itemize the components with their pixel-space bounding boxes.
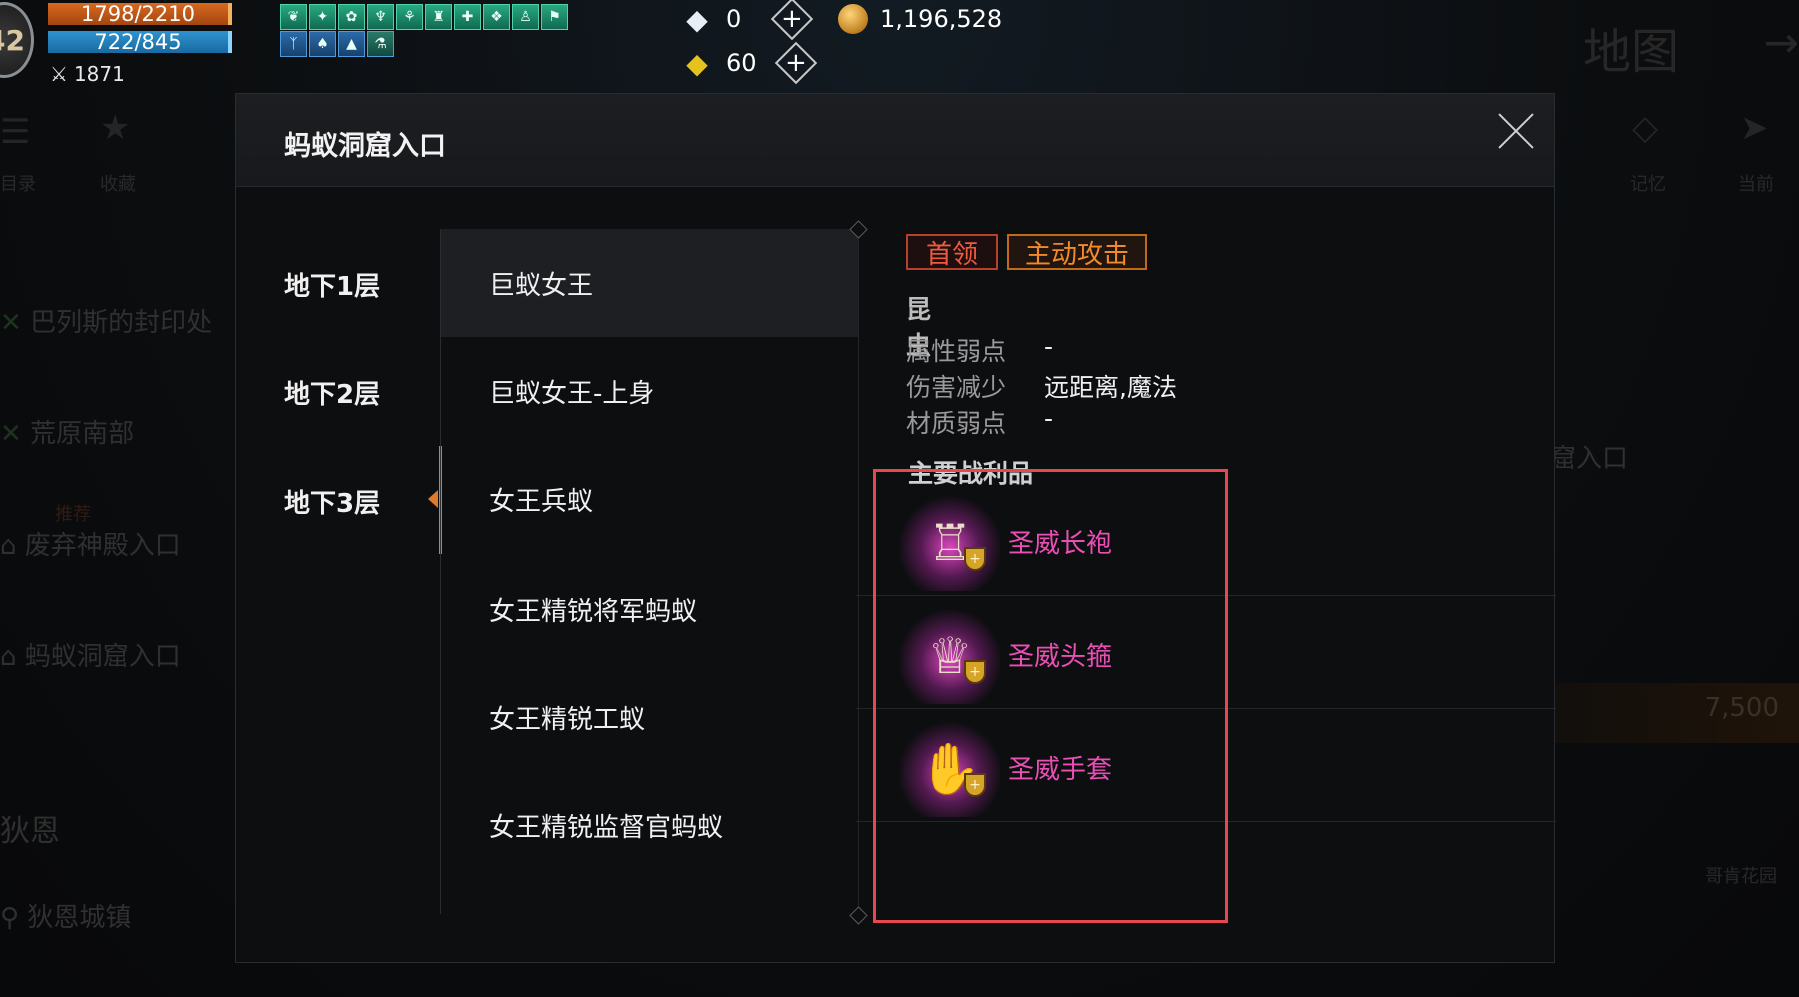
arrow-up-buff-icon[interactable]: ▲: [338, 31, 365, 57]
attr-value: 远距离,魔法: [1044, 373, 1177, 402]
aggressive-tag: 主动攻击: [1007, 234, 1147, 270]
person-buff-icon[interactable]: ♙: [512, 4, 539, 30]
shield-icon: +: [964, 660, 986, 684]
circlet-icon: ♕ +: [900, 608, 1000, 704]
dungeon-info-modal: 蚂蚁洞窟入口 地下1层 地下2层 地下3层 巨蚁女王 巨蚁女王-上身 女王兵蚁 …: [235, 93, 1556, 963]
shield-icon: +: [964, 773, 986, 797]
boss-tag: 首领: [906, 234, 998, 270]
combat-power-value: 1871: [73, 62, 125, 86]
chevron-left-icon: [428, 490, 438, 508]
dragon-buff-icon[interactable]: ♆: [367, 4, 394, 30]
monster-item-queen-ant[interactable]: 巨蚁女王: [441, 229, 859, 337]
buff-row: ❦ ✦ ✿ ♆ ⚘ ♜ ✚ ❖ ♙ ⚑: [280, 4, 568, 30]
potion-buff-icon[interactable]: ⚗: [367, 31, 394, 57]
modal-header: 蚂蚁洞窟入口: [236, 94, 1554, 187]
attr-label: 伤害减少: [906, 373, 1007, 402]
diamond-currency: ◆ 0 +: [680, 0, 814, 41]
loot-section: 主要战利品 ♖ + 圣威长袍 ♕ + 圣威头箍 ✋ + 圣威手套: [856, 416, 1556, 822]
leaf-buff-icon[interactable]: ⚘: [396, 4, 423, 30]
wind-buff-icon[interactable]: ❖: [483, 4, 510, 30]
floor-tab-2[interactable]: 地下2层: [284, 374, 380, 411]
gold-gem-count: 60: [726, 49, 757, 77]
monster-item[interactable]: 女王精锐监督官蚂蚁: [441, 771, 859, 879]
modal-title: 蚂蚁洞窟入口: [284, 131, 446, 162]
crossed-swords-icon: ⚔: [50, 62, 68, 86]
floor-tab-3[interactable]: 地下3层: [284, 483, 380, 520]
flag-buff-icon[interactable]: ⚑: [541, 4, 568, 30]
armor-buff-icon[interactable]: ♜: [425, 4, 452, 30]
monster-item[interactable]: 女王精锐将军蚂蚁: [441, 555, 859, 663]
diamond-gem-icon: ◆: [686, 2, 708, 36]
nature-buff-icon[interactable]: ❦: [280, 4, 307, 30]
loot-item[interactable]: ♕ + 圣威头箍: [856, 596, 1556, 709]
monster-item[interactable]: 女王精锐工蚁: [441, 663, 859, 771]
loot-name[interactable]: 圣威长袍: [1008, 523, 1112, 560]
loot-item[interactable]: ✋ + 圣威手套: [856, 709, 1556, 822]
monster-list: 巨蚁女王 巨蚁女王-上身 女王兵蚁 女王精锐将军蚂蚁 女王精锐工蚁 女王精锐监督…: [440, 229, 859, 914]
coin-icon: [838, 4, 868, 34]
shield-icon: +: [964, 547, 986, 571]
adena-currency: 1,196,528: [838, 4, 1002, 34]
loot-item[interactable]: ♖ + 圣威长袍: [856, 483, 1556, 596]
heal-buff-icon[interactable]: ✚: [454, 4, 481, 30]
gold-gem-currency: ◆ 60 +: [680, 41, 817, 85]
spirit-buff-icon[interactable]: ♠: [309, 31, 336, 57]
gloves-icon: ✋ +: [900, 721, 1000, 817]
mp-bar: 722/845: [48, 30, 232, 54]
swirl-buff-icon[interactable]: ✿: [338, 4, 365, 30]
robe-icon: ♖ +: [900, 495, 1000, 591]
hp-bar: 1798/2210: [48, 2, 232, 26]
buff-row: ᛉ ♠ ▲ ⚗: [280, 31, 394, 57]
diamond-count: 0: [726, 5, 742, 33]
attr-label: 属性弱点: [906, 337, 1007, 366]
shield-buff-icon[interactable]: ✦: [309, 4, 336, 30]
attr-value: -: [1044, 332, 1054, 361]
close-icon[interactable]: [1496, 111, 1536, 151]
rune-buff-icon[interactable]: ᛉ: [280, 31, 307, 57]
loot-name[interactable]: 圣威手套: [1008, 749, 1112, 786]
adena-count: 1,196,528: [880, 5, 1003, 33]
loot-name[interactable]: 圣威头箍: [1008, 636, 1112, 673]
monster-item[interactable]: 巨蚁女王-上身: [441, 337, 859, 445]
gold-gem-icon: ◆: [686, 46, 708, 80]
add-gold-gem-button[interactable]: +: [774, 41, 817, 85]
monster-item[interactable]: 女王兵蚁: [441, 445, 859, 553]
floor-tab-1[interactable]: 地下1层: [284, 266, 380, 303]
combat-power: ⚔ 1871: [50, 62, 125, 86]
